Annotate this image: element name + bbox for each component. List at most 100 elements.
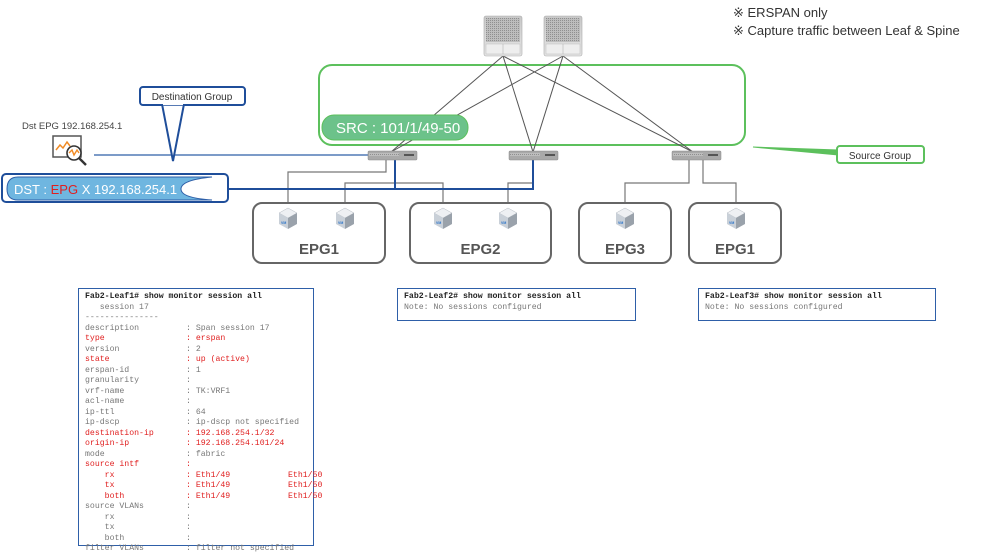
cli-leaf1-row: destination-ip : 192.168.254.1/32	[85, 429, 307, 440]
source-group-label: Source Group	[849, 151, 912, 162]
traffic-analyzer-icon	[52, 135, 87, 166]
vm-label: VM	[281, 221, 286, 225]
cli-key: both	[85, 533, 125, 543]
cli-key: ---------------	[85, 313, 159, 322]
cli-leaf1-row: ip-ttl : 64	[85, 408, 307, 419]
cli-output-leaf2: Fab2-Leaf2# show monitor session all Not…	[397, 288, 636, 321]
cli-leaf1-row: erspan-id : 1	[85, 366, 307, 377]
vm-label: VM	[338, 221, 343, 225]
epg-label: EPG1	[299, 241, 339, 258]
cli-key: ip-ttl	[85, 407, 115, 417]
dst-prefix: DST :	[14, 182, 51, 197]
cli-output-leaf1: Fab2-Leaf1# show monitor session all ses…	[78, 288, 323, 553]
cli-leaf1-command: Fab2-Leaf1# show monitor session all	[85, 292, 262, 301]
vm-label: VM	[436, 221, 441, 225]
epg-group-3: VM EPG3	[578, 202, 672, 264]
cli-value: : 2	[186, 344, 201, 354]
cli-key: rx	[85, 512, 115, 522]
cli-key: source VLANs	[85, 502, 144, 511]
spine-switch-2	[543, 15, 583, 57]
cli-value: : 1	[186, 365, 201, 375]
cli-leaf1-row: acl-name:	[85, 397, 307, 408]
cli-key: description	[85, 323, 140, 333]
cli-value: : Eth1/49	[186, 491, 231, 501]
cli-leaf1-row: both:	[85, 534, 307, 545]
cli-key: both	[85, 491, 125, 501]
dst-epg: EPG	[51, 182, 78, 197]
destination-group-label: Destination Group	[152, 92, 233, 103]
cli-value: : Eth1/49	[186, 470, 231, 480]
cli-leaf1-row: mode : fabric	[85, 450, 307, 461]
cli-key: erspan-id	[85, 365, 130, 375]
cli-leaf1-row: description : Span session 17	[85, 324, 307, 335]
cli-leaf2-note: Note: No sessions configured	[404, 302, 542, 312]
cli-key: version	[85, 344, 120, 354]
cli-value: : ip-dscp not specified	[186, 418, 300, 427]
cli-value: :	[186, 533, 191, 543]
cli-value: :	[186, 512, 191, 522]
source-group-pointer	[752, 146, 839, 156]
epg-group-2: VM VM EPG2	[409, 202, 552, 264]
cli-value: : fabric	[186, 449, 226, 459]
cli-leaf2-command: Fab2-Leaf2# show monitor session all	[404, 292, 581, 301]
cli-leaf1-row: vrf-name : TK:VRF1	[85, 387, 307, 398]
cli-leaf1-row: state : up (active)	[85, 355, 307, 366]
epg-label: EPG1	[715, 241, 755, 258]
cli-leaf1-row: filter VLANs : filter not specified	[85, 544, 307, 555]
dst-bar-text: DST : EPG X 192.168.254.1	[14, 182, 177, 197]
cli-leaf1-row: rx:	[85, 513, 307, 524]
leaf-vm-links	[287, 160, 737, 208]
cli-key: filter VLANs	[85, 544, 144, 553]
cli-value: :	[186, 523, 191, 532]
cli-value: : up (active)	[186, 355, 250, 364]
cli-key: granularity	[85, 376, 140, 385]
cli-key: rx	[85, 470, 115, 480]
cli-leaf3-command: Fab2-Leaf3# show monitor session all	[705, 292, 882, 301]
note-erspan-only: ※ ERSPAN only	[733, 5, 828, 20]
cli-value-2: Eth1/50	[288, 481, 323, 490]
cli-value-2: Eth1/50	[288, 491, 323, 501]
cli-key: mode	[85, 449, 105, 459]
cli-value: : 192.168.254.101/24	[186, 439, 285, 448]
cli-value: : 64	[186, 407, 206, 417]
leaf-switch-2	[508, 150, 559, 161]
cli-key: source intf	[85, 460, 140, 469]
cli-key: tx	[85, 481, 115, 490]
cli-value: :	[186, 376, 191, 385]
cli-leaf1-row: tx : Eth1/49 Eth1/50	[85, 481, 323, 492]
cli-value: : Eth1/49	[186, 481, 231, 490]
cli-leaf1-row: tx:	[85, 523, 307, 534]
note-capture-traffic: ※ Capture traffic between Leaf & Spine	[733, 23, 960, 38]
vm-label: VM	[501, 221, 506, 225]
vm-label: VM	[618, 221, 623, 225]
cli-leaf1-row: ---------------	[85, 313, 307, 324]
cli-leaf1-row: granularity:	[85, 376, 307, 387]
cli-value: : Span session 17	[186, 323, 270, 333]
cli-value: : filter not specified	[186, 544, 295, 553]
cli-leaf1-row: session 17	[85, 303, 307, 314]
cli-key: state	[85, 355, 110, 364]
cli-value: : 192.168.254.1/32	[186, 428, 275, 438]
cli-leaf3-note: Note: No sessions configured	[705, 302, 843, 312]
cli-value: :	[186, 397, 191, 406]
cli-leaf1-row: ip-dscp: ip-dscp not specified	[85, 418, 307, 429]
cli-key: destination-ip	[85, 428, 154, 438]
cli-value-2: Eth1/50	[288, 470, 323, 480]
cli-value: : erspan	[186, 334, 226, 343]
cli-key: tx	[85, 523, 115, 532]
spine-switch-1	[483, 15, 523, 57]
cli-value: : TK:VRF1	[186, 386, 231, 396]
epg-label: EPG3	[605, 241, 645, 258]
vm-label: VM	[729, 221, 734, 225]
leaf-switch-1	[367, 150, 418, 161]
cli-leaf1-row: source VLANs:	[85, 502, 307, 513]
src-label: SRC : 101/1/49-50	[336, 120, 460, 137]
cli-key: type	[85, 334, 105, 343]
cli-leaf1-row: type : erspan	[85, 334, 307, 345]
epg-label: EPG2	[460, 241, 500, 258]
cli-leaf1-row: version : 2	[85, 345, 307, 356]
destination-group-pointer	[161, 103, 185, 162]
leaf-switch-3	[671, 150, 722, 161]
cli-key: vrf-name	[85, 386, 125, 396]
cli-key: session 17	[85, 302, 149, 312]
